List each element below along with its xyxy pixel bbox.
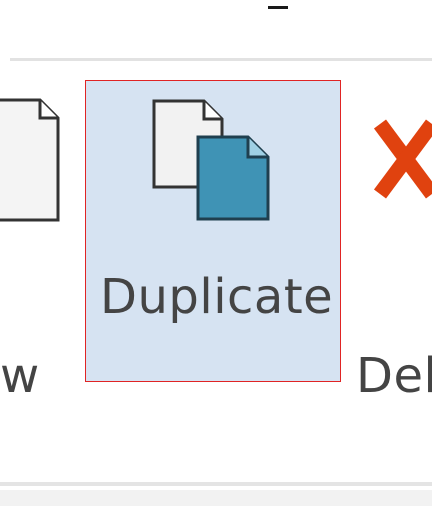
delete-x-icon <box>373 119 432 199</box>
delete-button[interactable]: Del <box>350 80 432 404</box>
ribbon-bottom-divider <box>0 482 432 486</box>
document-icon <box>0 98 60 222</box>
duplicate-button[interactable]: Duplicate <box>85 80 341 382</box>
delete-button-label: Del <box>356 348 432 404</box>
duplicate-button-label: Duplicate <box>100 269 334 325</box>
new-button-label: w <box>0 348 40 404</box>
ribbon-bottom-band <box>0 490 432 506</box>
ribbon-tick <box>268 6 288 9</box>
ribbon-top-divider <box>10 58 432 61</box>
duplicate-icon <box>152 99 270 221</box>
new-button[interactable]: w <box>0 80 80 404</box>
